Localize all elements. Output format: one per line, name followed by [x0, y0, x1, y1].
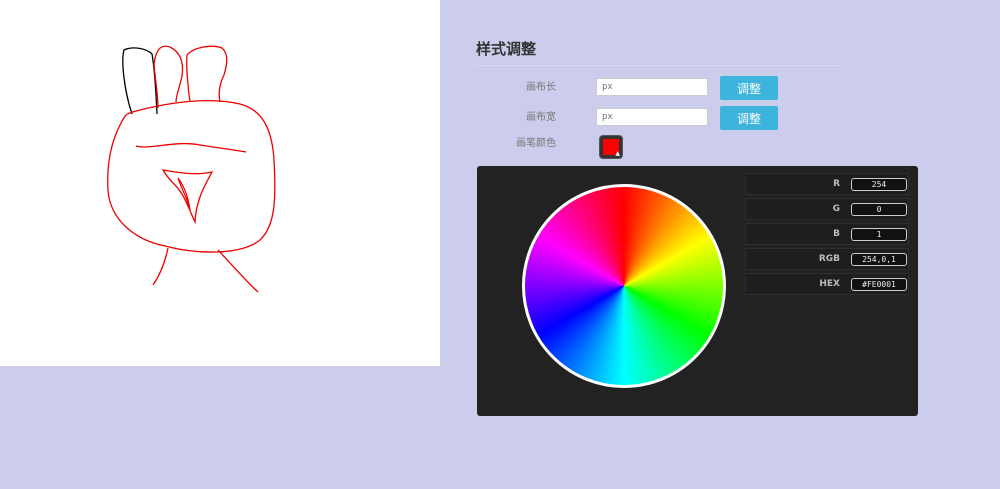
field-b-input[interactable]: 1 [851, 228, 907, 241]
field-b-label: B [833, 229, 840, 239]
canvas-drawing [107, 45, 276, 293]
red-neck-right-stroke [217, 249, 259, 293]
field-rgb: RGB 254,0,1 [745, 248, 909, 270]
style-panel: 样式调整 画布长 调整 画布宽 调整 画笔颜色 ▲ [476, 38, 846, 158]
field-hex-label: HEX [819, 279, 840, 289]
pen-color-row: 画笔颜色 ▲ [476, 136, 846, 160]
field-g: G 0 [745, 198, 909, 220]
field-r-input[interactable]: 254 [851, 178, 907, 191]
field-hex: HEX #FE0001 [745, 273, 909, 295]
field-rgb-input[interactable]: 254,0,1 [851, 253, 907, 266]
canvas-height-row: 画布宽 调整 [476, 106, 846, 130]
caret-up-icon: ▲ [615, 150, 620, 157]
color-picker: R 254 G 0 B 1 RGB 254,0,1 HEX #FE0001 [477, 166, 918, 416]
adjust-height-button[interactable]: 调整 [720, 106, 778, 130]
panel-title: 样式调整 [476, 38, 842, 66]
red-ear-stroke [153, 45, 184, 109]
canvas-width-input[interactable] [596, 78, 708, 96]
red-neck-left-stroke [152, 247, 169, 286]
adjust-width-button[interactable]: 调整 [720, 76, 778, 100]
field-r: R 254 [745, 173, 909, 195]
field-rgb-label: RGB [818, 254, 840, 264]
pen-color-swatch[interactable]: ▲ [600, 136, 622, 158]
field-r-label: R [833, 179, 840, 189]
canvas-width-label: 画布长 [526, 82, 556, 93]
red-ear-right-stroke [186, 45, 228, 103]
red-head-stroke [107, 99, 276, 253]
drawing-canvas[interactable] [0, 0, 440, 366]
field-b: B 1 [745, 223, 909, 245]
canvas-height-input[interactable] [596, 108, 708, 126]
color-wheel[interactable] [522, 184, 726, 388]
field-g-input[interactable]: 0 [851, 203, 907, 216]
canvas-width-row: 画布长 调整 [476, 76, 846, 100]
black-stroke [122, 47, 158, 115]
red-face-stroke [135, 142, 247, 153]
canvas-height-label: 画布宽 [526, 112, 556, 123]
red-mouth-inner-stroke [177, 177, 191, 211]
pen-color-label: 画笔颜色 [516, 138, 556, 149]
field-g-label: G [832, 204, 840, 214]
field-hex-input[interactable]: #FE0001 [851, 278, 907, 291]
